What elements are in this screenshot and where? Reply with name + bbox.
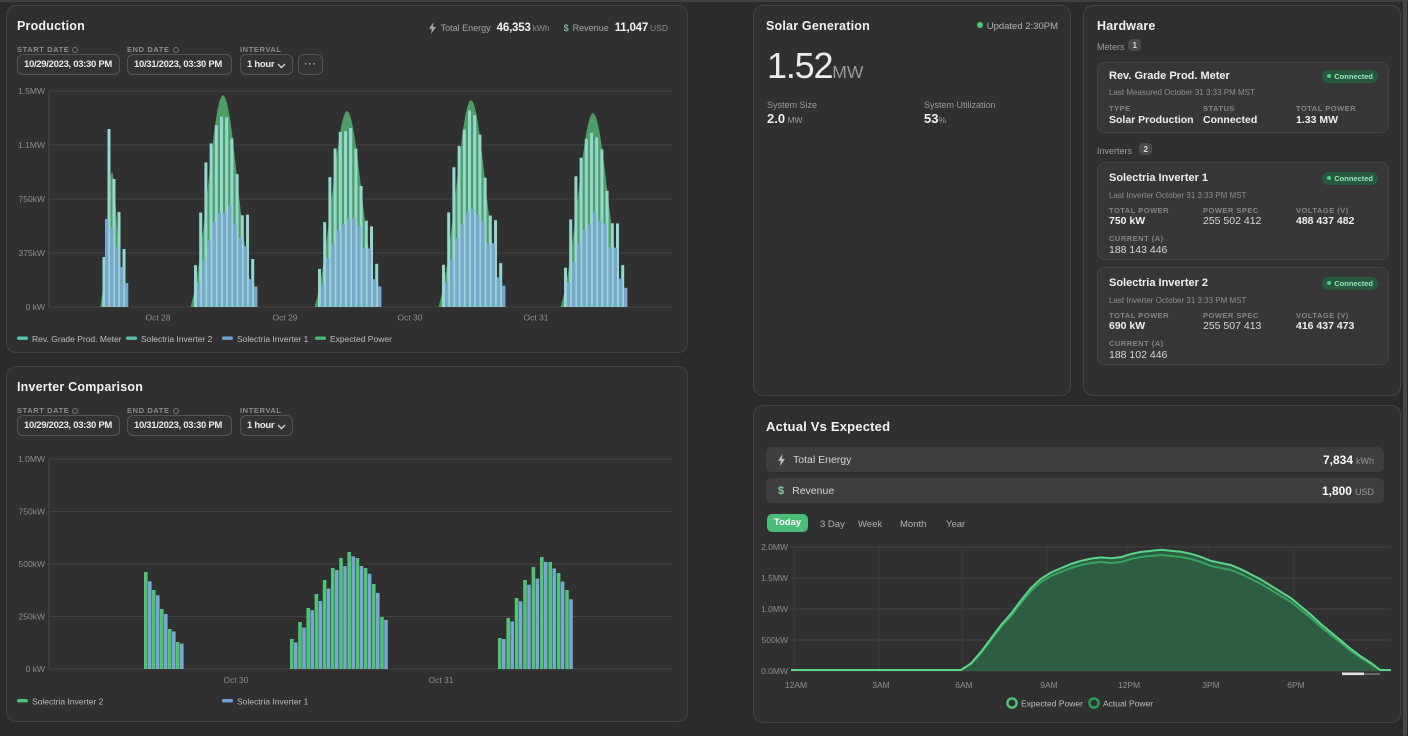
svg-text:9AM: 9AM xyxy=(1040,680,1057,690)
svg-text:6PM: 6PM xyxy=(1287,680,1304,690)
svg-text:Oct 30: Oct 30 xyxy=(397,313,422,323)
svg-text:Solectria Inverter 1: Solectria Inverter 1 xyxy=(237,334,309,344)
svg-text:0.0MW: 0.0MW xyxy=(761,666,788,676)
svg-text:12AM: 12AM xyxy=(785,680,807,690)
svg-text:1.0MW: 1.0MW xyxy=(18,454,45,464)
svg-text:750kW: 750kW xyxy=(19,194,45,204)
svg-text:1.5MW: 1.5MW xyxy=(18,86,45,96)
svg-text:1.5MW: 1.5MW xyxy=(761,573,788,583)
svg-text:Expected Power: Expected Power xyxy=(330,334,392,344)
svg-text:500kW: 500kW xyxy=(762,635,788,645)
svg-text:Oct 31: Oct 31 xyxy=(523,313,548,323)
svg-text:2.0MW: 2.0MW xyxy=(761,542,788,552)
svg-text:0 kW: 0 kW xyxy=(26,664,45,674)
svg-text:Rev. Grade Prod. Meter: Rev. Grade Prod. Meter xyxy=(32,334,122,344)
svg-text:1.0MW: 1.0MW xyxy=(761,604,788,614)
svg-text:Solectria Inverter 2: Solectria Inverter 2 xyxy=(141,334,213,344)
svg-text:3AM: 3AM xyxy=(872,680,889,690)
svg-text:Oct 28: Oct 28 xyxy=(145,313,170,323)
svg-text:Oct 29: Oct 29 xyxy=(272,313,297,323)
svg-text:250kW: 250kW xyxy=(19,612,45,622)
svg-text:1.1MW: 1.1MW xyxy=(18,140,45,150)
svg-text:Oct 31: Oct 31 xyxy=(428,675,453,685)
svg-text:Expected Power: Expected Power xyxy=(1021,699,1083,709)
svg-text:0 kW: 0 kW xyxy=(26,302,45,312)
svg-text:Solectria Inverter 2: Solectria Inverter 2 xyxy=(32,697,104,707)
svg-text:500kW: 500kW xyxy=(19,559,45,569)
svg-text:375kW: 375kW xyxy=(19,248,45,258)
svg-text:Actual Power: Actual Power xyxy=(1103,699,1153,709)
svg-text:12PM: 12PM xyxy=(1118,680,1140,690)
svg-text:3PM: 3PM xyxy=(1202,680,1219,690)
svg-text:750kW: 750kW xyxy=(19,507,45,517)
svg-text:Solectria Inverter 1: Solectria Inverter 1 xyxy=(237,697,309,707)
svg-text:6AM: 6AM xyxy=(955,680,972,690)
svg-text:Oct 30: Oct 30 xyxy=(223,675,248,685)
